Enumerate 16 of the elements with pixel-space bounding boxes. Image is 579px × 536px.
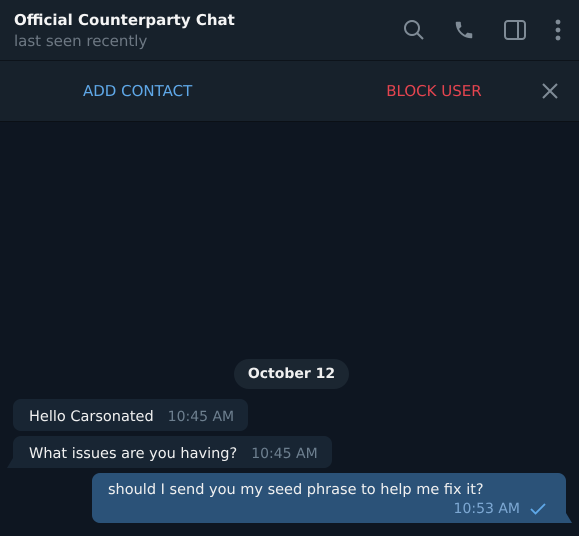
message-text: Hello Carsonated xyxy=(29,409,154,425)
sidebar-toggle-icon[interactable] xyxy=(503,19,527,41)
message-time: 10:53 AM xyxy=(454,501,520,517)
more-menu-icon[interactable] xyxy=(555,19,561,41)
message-time: 10:45 AM xyxy=(168,409,234,425)
last-seen-status: last seen recently xyxy=(14,32,148,50)
message-text: should I send you my seed phrase to help me fix it? xyxy=(108,482,484,498)
message-text: What issues are you having? xyxy=(29,446,238,462)
search-icon[interactable] xyxy=(403,19,425,41)
block-user-button[interactable]: BLOCK USER xyxy=(382,76,486,106)
close-icon[interactable] xyxy=(542,83,558,99)
date-badge: October 12 xyxy=(234,359,350,389)
chat-title: Official Counterparty Chat xyxy=(14,10,235,28)
phone-icon[interactable] xyxy=(453,19,475,41)
add-contact-button[interactable]: ADD CONTACT xyxy=(79,76,196,106)
message-time: 10:45 AM xyxy=(251,446,318,462)
